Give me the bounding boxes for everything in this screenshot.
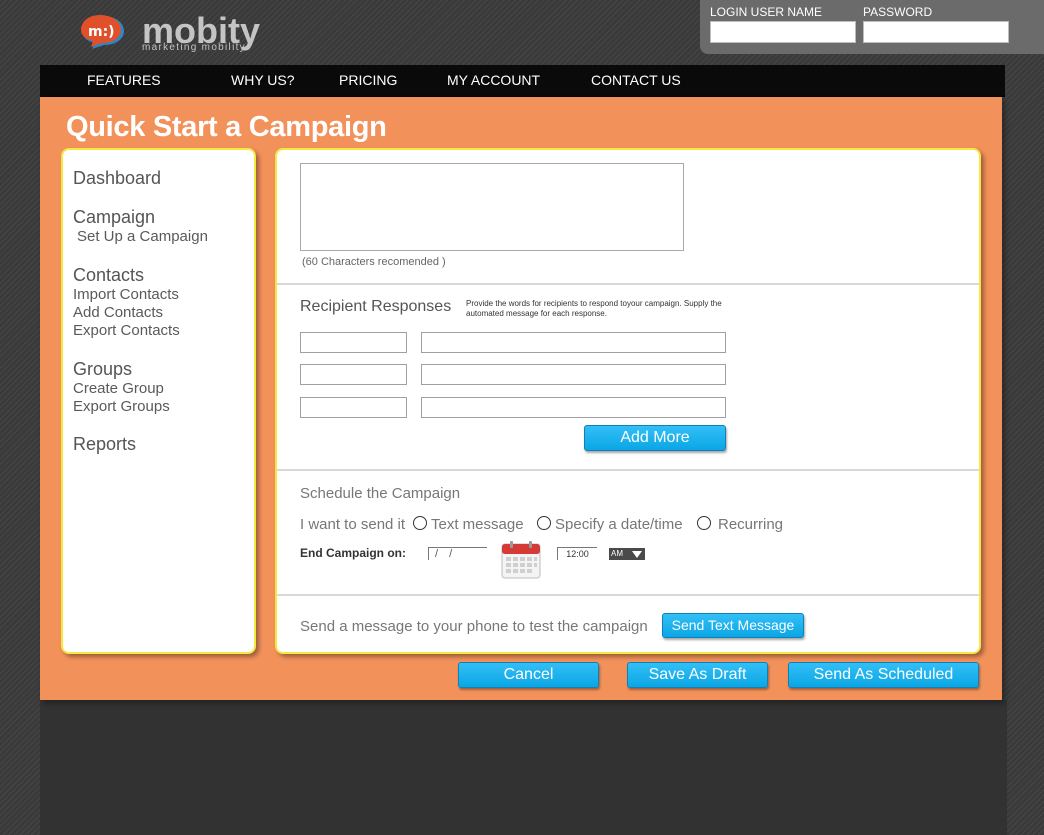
username-label: LOGIN USER NAME xyxy=(710,5,823,19)
username-input[interactable] xyxy=(710,21,856,43)
response-message-input[interactable] xyxy=(421,332,726,353)
calendar-icon[interactable] xyxy=(501,541,541,579)
radio-specify-date[interactable] xyxy=(537,516,551,530)
response-message-input[interactable] xyxy=(421,397,726,418)
sidebar-item-export-groups[interactable]: Export Groups xyxy=(73,398,170,415)
page-title: Quick Start a Campaign xyxy=(66,111,387,143)
responses-title: Recipient Responses xyxy=(300,298,452,315)
send-text-message-button[interactable]: Send Text Message xyxy=(662,613,804,638)
svg-text:m:): m:) xyxy=(88,24,115,40)
dropdown-arrow-icon xyxy=(632,551,642,558)
section-divider xyxy=(277,594,979,596)
response-keyword-input[interactable] xyxy=(300,364,407,385)
sidebar-contacts[interactable]: Contacts xyxy=(73,265,144,286)
background-panel xyxy=(40,700,1007,835)
cancel-button[interactable]: Cancel xyxy=(458,662,599,688)
response-keyword-input[interactable] xyxy=(300,397,407,418)
end-campaign-label: End Campaign on: xyxy=(300,546,406,560)
option-specify-date-label[interactable]: Specify a date/time xyxy=(555,516,683,533)
nav-pricing[interactable]: PRICING xyxy=(339,72,397,88)
sidebar-item-set-up-campaign[interactable]: Set Up a Campaign xyxy=(77,228,208,245)
logo-bubble-icon: m:) xyxy=(81,15,124,49)
save-draft-button[interactable]: Save As Draft xyxy=(627,662,768,688)
response-message-input[interactable] xyxy=(421,364,726,385)
password-label: PASSWORD xyxy=(863,5,933,19)
logo: m:) mobity marketing mobility xyxy=(80,10,270,54)
send-scheduled-button[interactable]: Send As Scheduled xyxy=(788,662,979,688)
responses-description: Provide the words for recipients to resp… xyxy=(466,299,722,318)
end-time-field[interactable]: 12:00 xyxy=(557,547,597,560)
add-more-button[interactable]: Add More xyxy=(584,425,726,451)
sidebar-item-export-contacts[interactable]: Export Contacts xyxy=(73,322,180,339)
option-recurring-label[interactable]: Recurring xyxy=(718,516,783,533)
sidebar-groups[interactable]: Groups xyxy=(73,359,132,380)
response-keyword-input[interactable] xyxy=(300,332,407,353)
sidebar-reports[interactable]: Reports xyxy=(73,434,136,455)
sidebar-item-import-contacts[interactable]: Import Contacts xyxy=(73,286,179,303)
nav-features[interactable]: FEATURES xyxy=(87,72,161,88)
logo-tagline: marketing mobility xyxy=(142,42,246,53)
login-box: LOGIN USER NAME PASSWORD xyxy=(700,0,1044,54)
campaign-message-input[interactable] xyxy=(300,163,684,251)
option-text-message-label[interactable]: Text message xyxy=(431,516,524,533)
sidebar-dashboard[interactable]: Dashboard xyxy=(73,168,161,189)
test-message-label: Send a message to your phone to test the… xyxy=(300,618,648,635)
nav-my-account[interactable]: MY ACCOUNT xyxy=(447,72,540,88)
schedule-title: Schedule the Campaign xyxy=(300,485,461,502)
nav-contact-us[interactable]: CONTACT US xyxy=(591,72,681,88)
password-input[interactable] xyxy=(863,21,1009,43)
sidebar: Dashboard Campaign Set Up a Campaign Con… xyxy=(61,148,256,654)
nav-why-us[interactable]: WHY US? xyxy=(231,72,295,88)
section-divider xyxy=(277,283,979,285)
send-prompt: I want to send it xyxy=(300,516,406,533)
campaign-form: (60 Characters recomended ) Recipient Re… xyxy=(275,148,981,654)
end-date-field[interactable]: / / xyxy=(428,547,487,560)
ampm-select[interactable]: AM xyxy=(609,548,645,560)
sidebar-item-create-group[interactable]: Create Group xyxy=(73,380,164,397)
message-hint: (60 Characters recomended ) xyxy=(302,256,446,268)
campaign-page: Quick Start a Campaign Dashboard Campaig… xyxy=(40,97,1002,700)
sidebar-campaign[interactable]: Campaign xyxy=(73,207,155,228)
section-divider xyxy=(277,469,979,471)
radio-recurring[interactable] xyxy=(697,516,711,530)
ampm-value: AM xyxy=(611,549,623,558)
sidebar-item-add-contacts[interactable]: Add Contacts xyxy=(73,304,163,321)
main-nav: FEATURES WHY US? PRICING MY ACCOUNT CONT… xyxy=(40,65,1005,97)
radio-text-message[interactable] xyxy=(413,516,427,530)
